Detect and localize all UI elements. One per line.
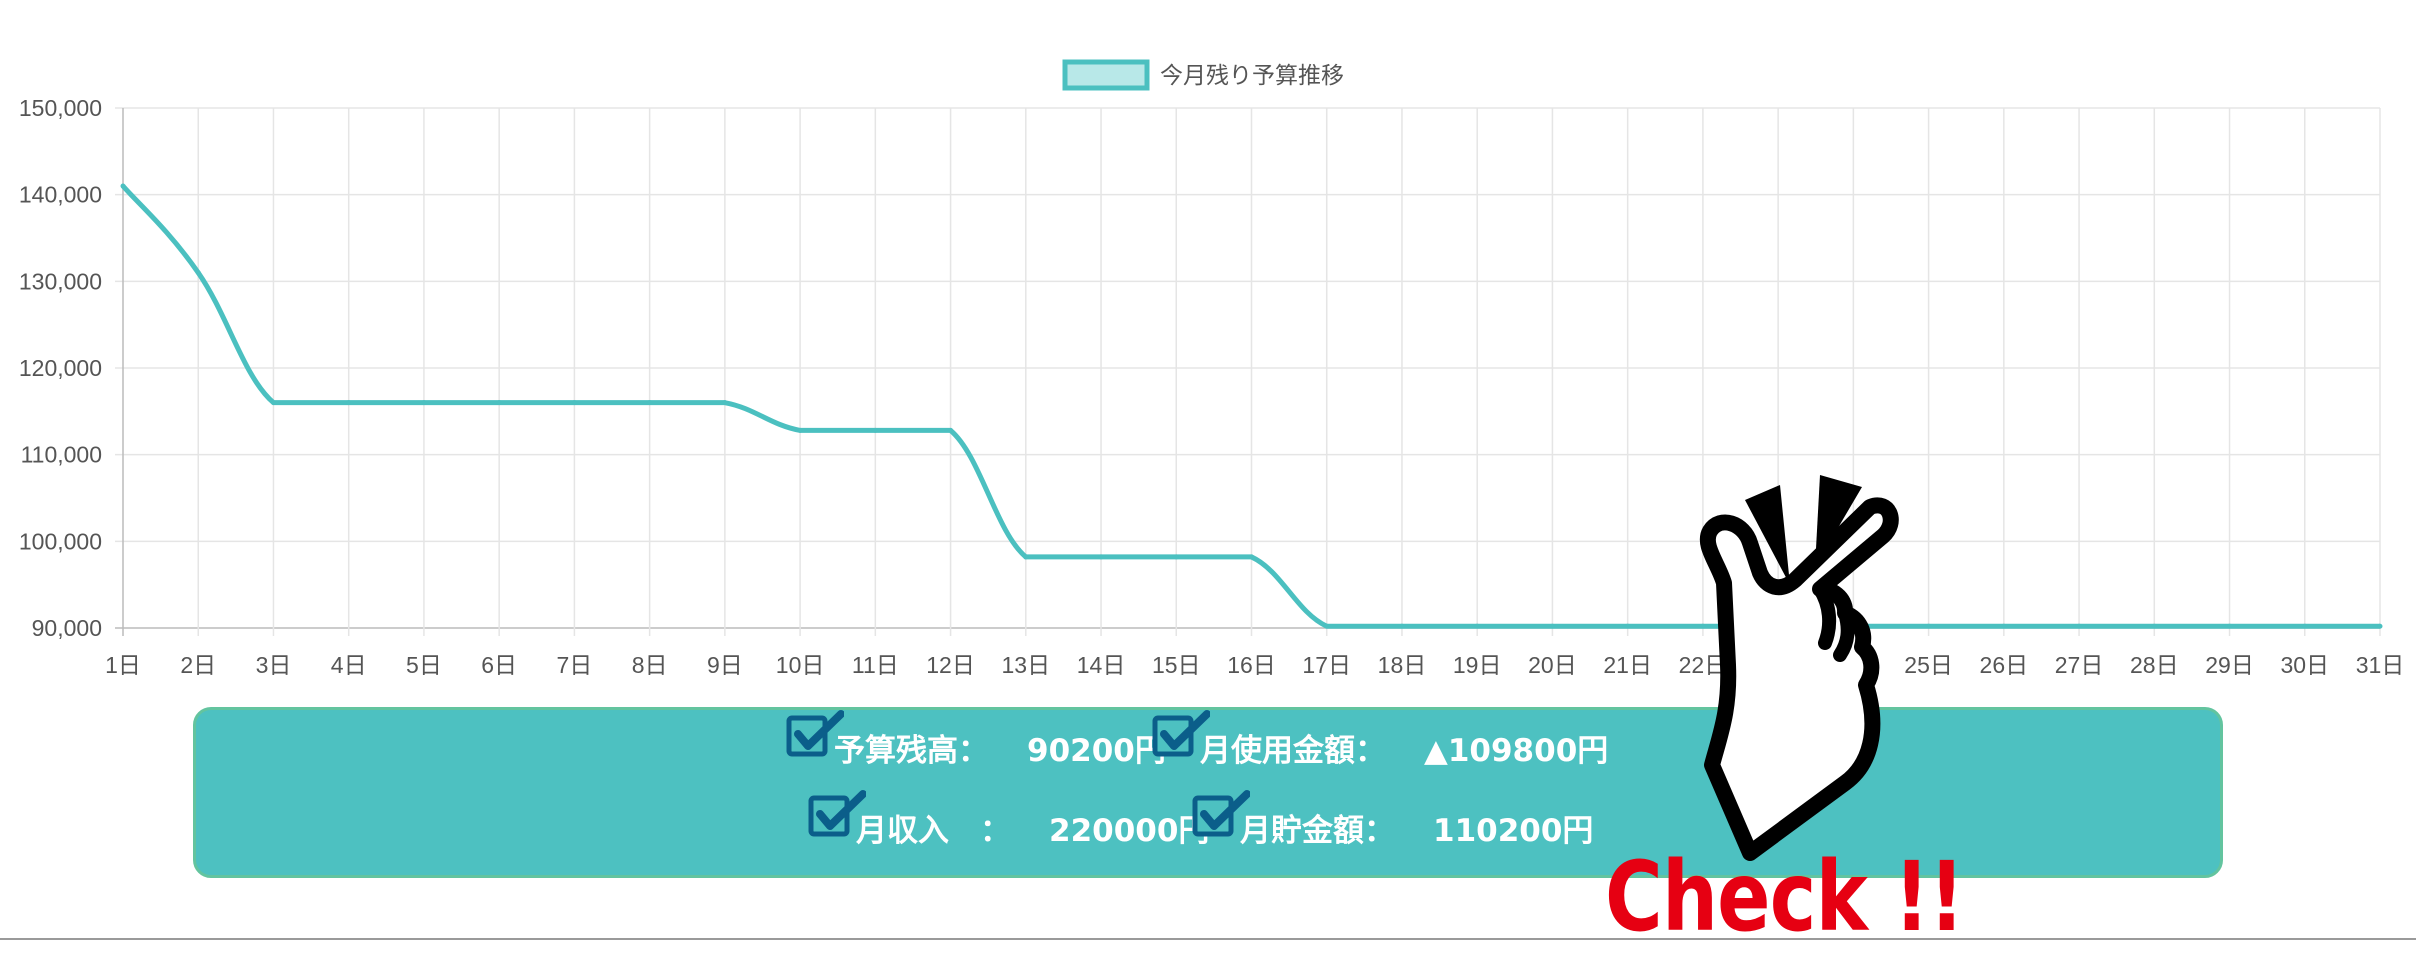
x-tick-label: 15日 [1152, 652, 1201, 678]
budget-balance-item: 予算残高： 90200円 [786, 710, 1166, 770]
x-tick-label: 10日 [776, 652, 825, 678]
data-point[interactable] [872, 427, 878, 433]
y-tick-label: 130,000 [19, 268, 102, 294]
x-tick-label: 16日 [1227, 652, 1276, 678]
x-tick-label: 28日 [2130, 652, 2179, 678]
monthly-savings-label: 月貯金額： [1240, 813, 1395, 849]
monthly-savings-value: 110200円 [1433, 813, 1594, 849]
checkbox-icon [1152, 710, 1210, 757]
y-tick-label: 100,000 [19, 528, 102, 554]
monthly-income-item: 月収入 ： 220000円 [808, 790, 1209, 850]
data-point[interactable] [1023, 554, 1029, 560]
x-tick-label: 19日 [1453, 652, 1502, 678]
x-axis: 1日 2日 3日 4日 5日 6日 7日 8日 9日 10日 11日 12日 13日 14日 15日 16日 1… [105, 652, 2404, 678]
x-tick-label: 11日 [852, 652, 899, 678]
data-point[interactable] [1173, 554, 1179, 560]
x-tick-label: 8日 [632, 652, 668, 678]
data-point[interactable] [1549, 623, 1555, 629]
y-tick-label: 120,000 [19, 355, 102, 381]
data-point[interactable] [195, 270, 201, 276]
x-tick-label: 3日 [256, 652, 292, 678]
bottom-divider [0, 938, 2416, 940]
y-tick-label: 110,000 [21, 442, 102, 468]
monthly-spending-value: ▲109800円 [1424, 733, 1609, 769]
data-point[interactable] [2302, 623, 2308, 629]
x-tick-label: 30日 [2280, 652, 2329, 678]
monthly-income-label: 月収入 ： [856, 813, 1011, 849]
data-point[interactable] [647, 400, 653, 406]
data-point[interactable] [1098, 554, 1104, 560]
x-tick-label: 27日 [2055, 652, 2104, 678]
budget-balance-value: 90200円 [1027, 733, 1166, 769]
data-point[interactable] [496, 400, 502, 406]
x-tick-label: 26日 [1980, 652, 2029, 678]
x-tick-label: 4日 [331, 652, 367, 678]
data-point[interactable] [2076, 623, 2082, 629]
checkbox-icon [1192, 790, 1250, 837]
monthly-spending-item: 月使用金額： ▲109800円 [1152, 710, 1608, 770]
check-callout: Check !! [1605, 841, 1965, 953]
data-point[interactable] [2377, 623, 2383, 629]
budget-balance-label: 予算残高： [834, 733, 989, 769]
data-point[interactable] [346, 400, 352, 406]
x-tick-label: 6日 [481, 652, 517, 678]
y-axis: 150,000 140,000 130,000 120,000 110,000 100,0… [19, 95, 102, 641]
data-point[interactable] [571, 400, 577, 406]
data-point[interactable] [1324, 623, 1330, 629]
legend-swatch [1062, 59, 1150, 91]
x-tick-label: 18日 [1378, 652, 1427, 678]
data-point[interactable] [1399, 623, 1405, 629]
monthly-income-value: 220000円 [1049, 813, 1210, 849]
checkbox-icon [786, 710, 844, 757]
data-point[interactable] [1625, 623, 1631, 629]
monthly-savings-item: 月貯金額： 110200円 [1192, 790, 1593, 850]
data-point[interactable] [270, 400, 276, 406]
x-tick-label: 12日 [926, 652, 975, 678]
x-tick-label: 20日 [1528, 652, 1577, 678]
x-tick-label: 31日 [2356, 652, 2405, 678]
x-tick-label: 2日 [180, 652, 216, 678]
y-tick-label: 150,000 [19, 95, 102, 121]
data-point[interactable] [120, 183, 126, 189]
data-point[interactable] [797, 427, 803, 433]
y-tick-label: 140,000 [19, 182, 102, 208]
checkbox-icon [808, 790, 866, 837]
x-tick-label: 29日 [2205, 652, 2254, 678]
data-point[interactable] [1474, 623, 1480, 629]
data-point[interactable] [948, 427, 954, 433]
data-point[interactable] [421, 400, 427, 406]
x-tick-label: 14日 [1077, 652, 1126, 678]
x-tick-label: 1日 [105, 652, 141, 678]
line-chart: 150,000 140,000 130,000 120,000 110,000 100,0… [19, 59, 2404, 678]
data-point[interactable] [2001, 623, 2007, 629]
pointing-hand-icon [1699, 475, 1899, 861]
monthly-spending-label: 月使用金額： [1200, 733, 1386, 769]
data-point[interactable] [2227, 623, 2233, 629]
data-point[interactable] [2151, 623, 2157, 629]
chart-legend[interactable]: 今月残り予算推移 [1062, 59, 1344, 91]
x-tick-label: 17日 [1302, 652, 1351, 678]
x-tick-label: 5日 [406, 652, 442, 678]
x-tick-label: 9日 [707, 652, 743, 678]
legend-label: 今月残り予算推移 [1160, 62, 1344, 88]
data-point[interactable] [722, 400, 728, 406]
y-tick-label: 90,000 [32, 615, 102, 641]
data-point[interactable] [1249, 554, 1254, 560]
x-tick-label: 7日 [557, 652, 593, 678]
x-tick-label: 13日 [1002, 652, 1051, 678]
